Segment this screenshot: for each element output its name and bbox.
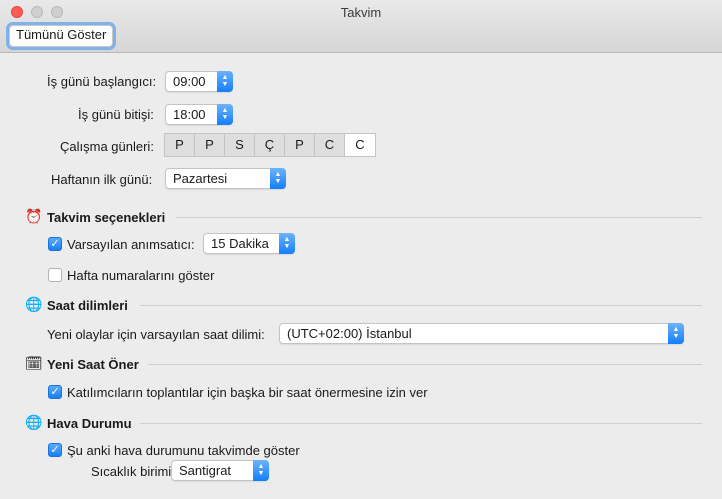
allow-propose-time-checkbox[interactable]: ✓ xyxy=(48,385,62,399)
alarm-clock-icon: ⏰ xyxy=(25,208,43,224)
section-title-propose-time: Yeni Saat Öner xyxy=(47,357,139,372)
temperature-unit-label: Sıcaklık birimi: xyxy=(91,464,175,479)
work-end-value: 18:00 xyxy=(173,107,206,122)
section-divider xyxy=(140,423,702,424)
first-day-popup[interactable]: Pazartesi ▲ ▼ xyxy=(165,168,286,189)
default-timezone-label: Yeni olaylar için varsayılan saat dilimi… xyxy=(47,327,265,342)
temperature-unit-value: Santigrat xyxy=(179,463,232,478)
section-divider xyxy=(148,364,702,365)
section-title-weather: Hava Durumu xyxy=(47,416,132,431)
work-end-popup[interactable]: 18:00 ▲ ▼ xyxy=(165,104,233,125)
work-day-toggle[interactable]: S xyxy=(225,134,255,156)
popup-arrows-icon: ▲ ▼ xyxy=(217,71,233,92)
globe-icon: 🌐 xyxy=(25,414,43,430)
work-day-toggle[interactable]: C xyxy=(315,134,345,156)
week-numbers-checkbox[interactable] xyxy=(48,268,62,282)
work-end-label: İş günü bitişi: xyxy=(78,107,154,122)
work-day-toggle[interactable]: C xyxy=(345,134,375,156)
section-title-time-zones: Saat dilimleri xyxy=(47,298,128,313)
first-day-value: Pazartesi xyxy=(173,171,228,186)
week-numbers-label: Hafta numaralarını göster xyxy=(67,268,215,283)
popup-arrows-icon: ▲ ▼ xyxy=(279,233,295,254)
default-reminder-checkbox[interactable]: ✓ xyxy=(48,237,62,251)
popup-arrows-icon: ▲ ▼ xyxy=(270,168,286,189)
default-reminder-popup[interactable]: 15 Dakika ▲ ▼ xyxy=(203,233,295,254)
globe-icon: 🌐 xyxy=(25,296,43,312)
work-day-toggle[interactable]: P xyxy=(195,134,225,156)
default-reminder-value: 15 Dakika xyxy=(211,236,269,251)
work-days-selector: P P S Ç P C C xyxy=(164,133,376,157)
section-title-calendar-options: Takvim seçenekleri xyxy=(47,210,166,225)
preferences-content: İş günü başlangıcı: 09:00 ▲ ▼ İş günü bit… xyxy=(0,53,722,499)
work-start-label: İş günü başlangıcı: xyxy=(47,74,157,89)
work-day-toggle[interactable]: P xyxy=(285,134,315,156)
show-weather-label: Şu anki hava durumunu takvimde göster xyxy=(67,443,300,458)
calendar-clock-icon: 🗓 xyxy=(25,355,43,371)
popup-arrows-icon: ▲ ▼ xyxy=(668,323,684,344)
allow-propose-time-label: Katılımcıların toplantılar için başka bi… xyxy=(67,385,428,400)
window-titlebar: Takvim Tümünü Göster xyxy=(0,0,722,53)
work-start-popup[interactable]: 09:00 ▲ ▼ xyxy=(165,71,233,92)
popup-arrows-icon: ▲ ▼ xyxy=(253,460,269,481)
work-days-label: Çalışma günleri: xyxy=(60,139,154,154)
default-reminder-label: Varsayılan anımsatıcı: xyxy=(67,237,195,252)
window-title: Takvim xyxy=(340,5,382,20)
work-start-value: 09:00 xyxy=(173,74,206,89)
first-day-label: Haftanın ilk günü: xyxy=(51,172,153,187)
show-all-button[interactable]: Tümünü Göster xyxy=(9,25,114,47)
popup-arrows-icon: ▲ ▼ xyxy=(217,104,233,125)
temperature-unit-popup[interactable]: Santigrat ▲ ▼ xyxy=(171,460,269,481)
section-divider xyxy=(176,217,702,218)
work-day-toggle[interactable]: P xyxy=(165,134,195,156)
default-timezone-value: (UTC+02:00) İstanbul xyxy=(287,326,412,341)
default-timezone-popup[interactable]: (UTC+02:00) İstanbul ▲ ▼ xyxy=(279,323,684,344)
show-weather-checkbox[interactable]: ✓ xyxy=(48,443,62,457)
work-day-toggle[interactable]: Ç xyxy=(255,134,285,156)
section-divider xyxy=(140,305,702,306)
